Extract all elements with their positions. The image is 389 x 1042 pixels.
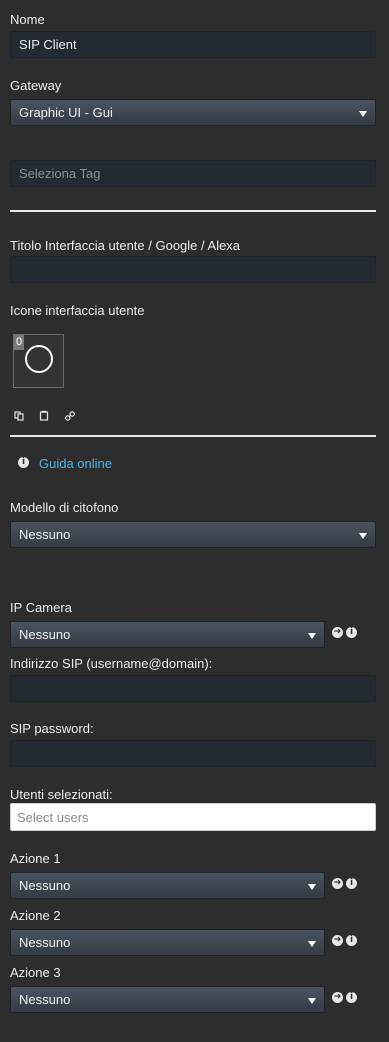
intercom-model-select[interactable]: Nessuno xyxy=(10,521,376,548)
copy-icon[interactable] xyxy=(14,411,24,424)
action-1-label: Azione 1 xyxy=(10,851,61,866)
info-icon[interactable]: i xyxy=(346,627,357,638)
action-2-select[interactable]: Nessuno xyxy=(10,929,325,956)
caret-down-icon xyxy=(359,111,367,117)
gateway-label: Gateway xyxy=(10,78,62,93)
gateway-select[interactable]: Graphic UI - Gui xyxy=(10,99,376,126)
action-3-label: Azione 3 xyxy=(10,965,61,980)
arrow-right-icon[interactable]: ➔ xyxy=(332,627,343,638)
caret-down-icon xyxy=(359,533,367,539)
ip-camera-value: Nessuno xyxy=(19,627,71,642)
ui-title-label: Titolo Interfaccia utente / Google / Ale… xyxy=(10,238,241,253)
intercom-model-label: Modello di citofono xyxy=(10,500,119,515)
link-icon[interactable] xyxy=(65,411,75,424)
sip-password-label: SIP password: xyxy=(10,721,94,736)
info-icon[interactable]: i xyxy=(346,992,357,1003)
arrow-right-icon[interactable]: ➔ xyxy=(332,935,343,946)
arrow-right-icon[interactable]: ➔ xyxy=(332,878,343,889)
icon-index-badge: 0 xyxy=(14,335,24,350)
gateway-value: Graphic UI - Gui xyxy=(19,105,113,120)
ui-icons-label: Icone interfaccia utente xyxy=(10,303,145,318)
action-1-value: Nessuno xyxy=(19,878,71,893)
info-icon[interactable]: i xyxy=(346,935,357,946)
action-2-value: Nessuno xyxy=(19,935,71,950)
info-icon[interactable]: i xyxy=(346,878,357,889)
name-input[interactable]: SIP Client xyxy=(10,31,376,58)
divider xyxy=(10,435,376,437)
action-2-label: Azione 2 xyxy=(10,908,61,923)
divider xyxy=(10,210,376,212)
name-label: Nome xyxy=(10,12,45,27)
arrow-right-icon[interactable]: ➔ xyxy=(332,992,343,1003)
sip-password-input[interactable] xyxy=(10,740,376,767)
info-icon: i xyxy=(18,457,29,468)
online-guide-link[interactable]: Guida online xyxy=(39,456,112,471)
caret-down-icon xyxy=(308,941,316,947)
caret-down-icon xyxy=(308,998,316,1004)
caret-down-icon xyxy=(308,884,316,890)
select-users-input[interactable]: Select users xyxy=(10,803,376,831)
ip-camera-label: IP Camera xyxy=(10,600,72,615)
ui-icon-preview[interactable]: 0 xyxy=(13,334,64,388)
sip-address-input[interactable] xyxy=(10,675,376,702)
action-3-select[interactable]: Nessuno xyxy=(10,986,325,1013)
clipboard-icon[interactable] xyxy=(39,410,49,424)
tag-select-input[interactable]: Seleziona Tag xyxy=(10,160,376,187)
ui-title-input[interactable] xyxy=(10,256,376,283)
action-3-value: Nessuno xyxy=(19,992,71,1007)
ip-camera-select[interactable]: Nessuno xyxy=(10,621,325,648)
sip-address-label: Indirizzo SIP (username@domain): xyxy=(10,656,213,671)
selected-users-label: Utenti selezionati: xyxy=(10,787,113,802)
caret-down-icon xyxy=(308,633,316,639)
circle-icon xyxy=(25,345,53,373)
intercom-model-value: Nessuno xyxy=(19,527,71,542)
action-1-select[interactable]: Nessuno xyxy=(10,872,325,899)
